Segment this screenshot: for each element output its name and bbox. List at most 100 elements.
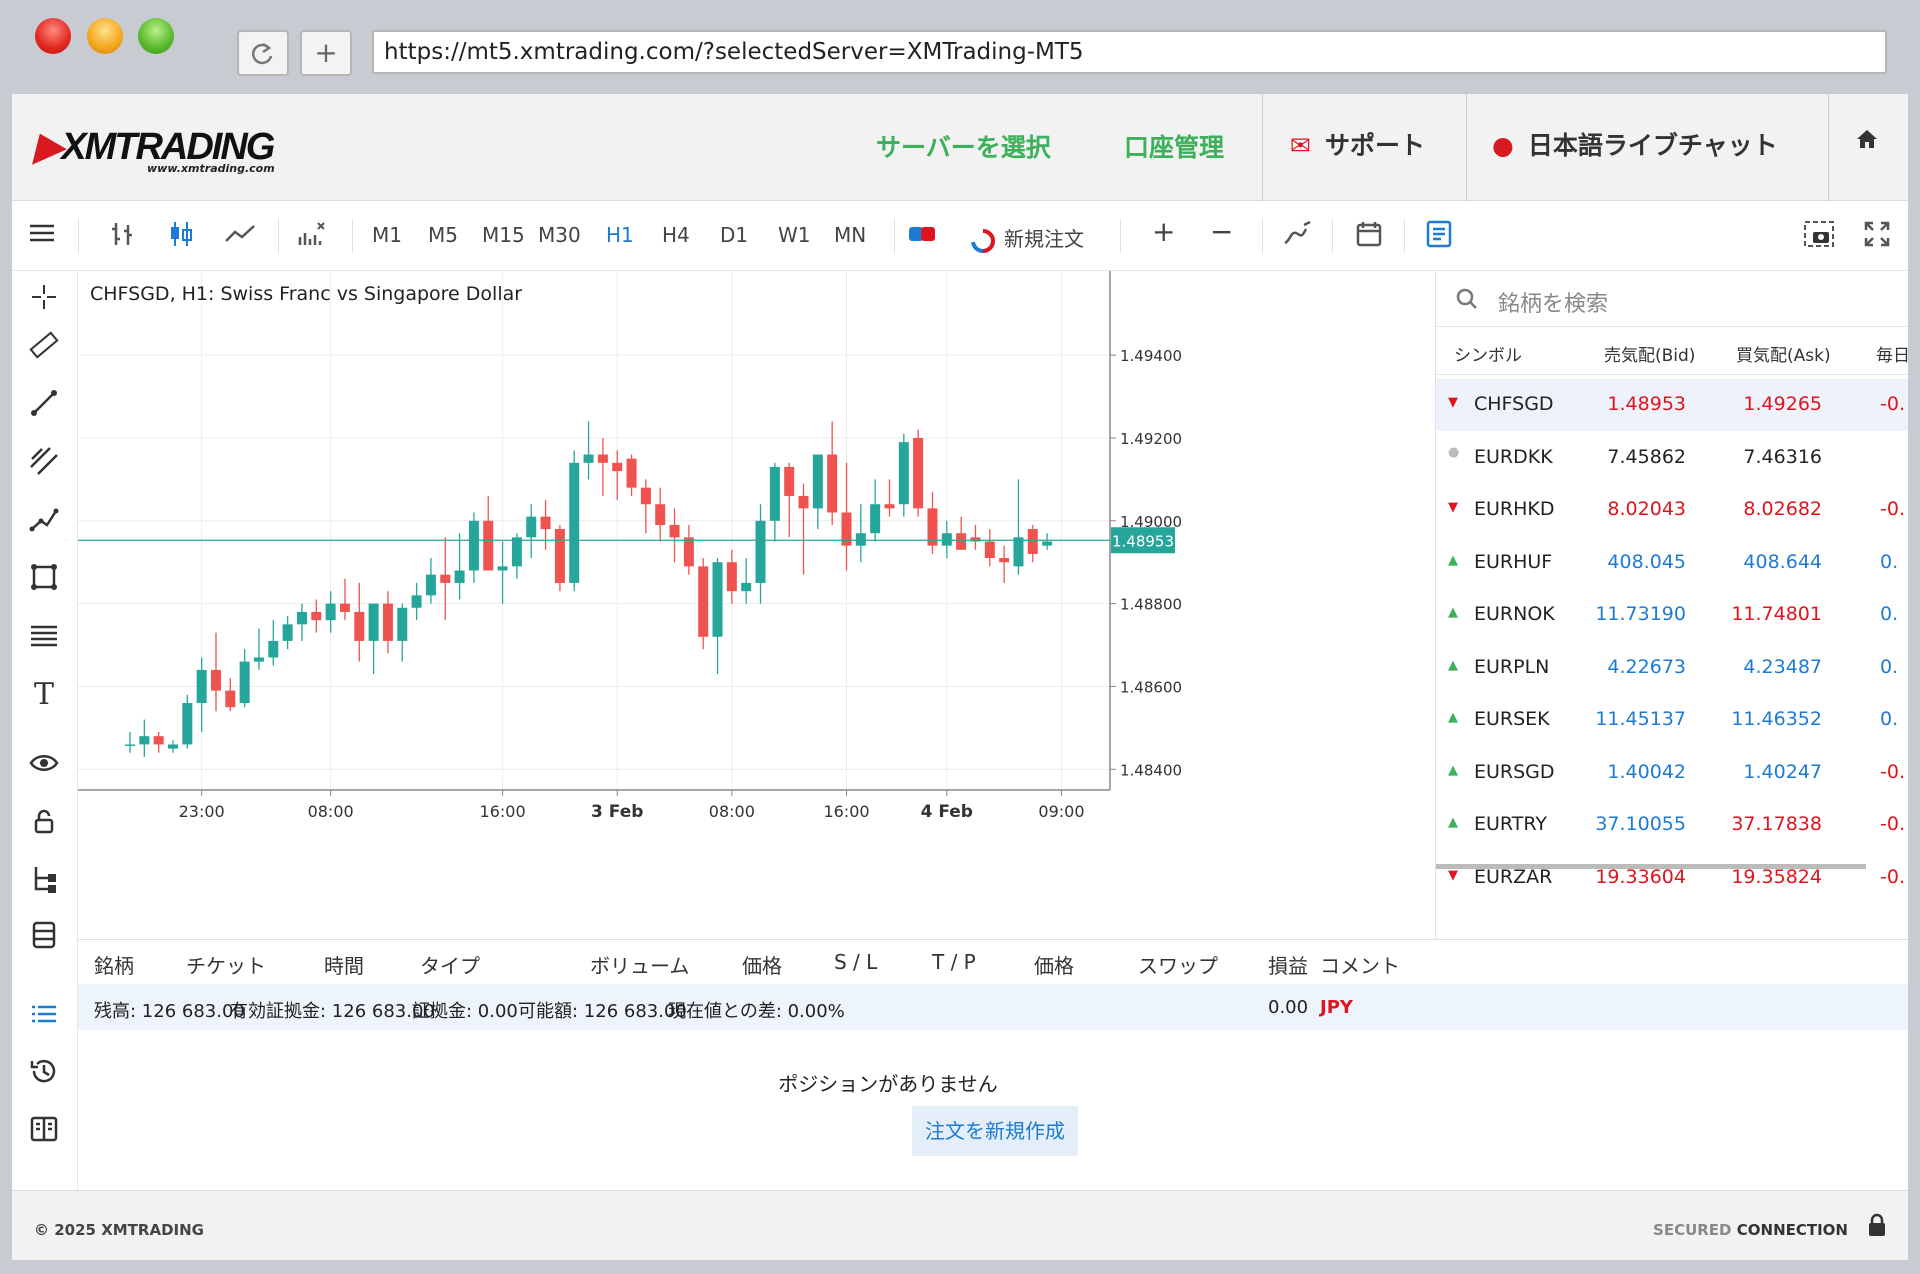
text-tool[interactable]: T (28, 677, 60, 712)
timeframe-h4[interactable]: H4 (662, 223, 690, 247)
column-bid[interactable]: 売気配(Bid) (1604, 341, 1695, 366)
candlestick-icon (171, 222, 192, 246)
trade-panel-button[interactable] (28, 919, 60, 951)
timeframe-h1[interactable]: H1 (606, 223, 634, 247)
daily-change: -0. (1880, 498, 1905, 520)
col-ticket[interactable]: チケット (186, 950, 266, 979)
bid-price: 8.02043 (1607, 498, 1686, 520)
market-watch-row[interactable]: ▲ EURTRY 37.10055 37.17838 -0. (1436, 799, 1908, 851)
fibonacci-tool[interactable] (28, 619, 60, 651)
trendline-tool[interactable] (28, 387, 60, 419)
col-current-price[interactable]: 価格 (1034, 950, 1074, 979)
reload-button[interactable] (237, 30, 289, 76)
drawing-objects-icon (1284, 220, 1311, 245)
market-watch-row[interactable]: ▼ CHFSGD 1.48953 1.49265 -0. (1436, 379, 1908, 431)
candle-body (268, 640, 279, 658)
col-price[interactable]: 価格 (742, 950, 782, 979)
lock-drawings-toggle[interactable] (28, 805, 60, 837)
visibility-toggle[interactable] (28, 747, 60, 779)
create-order-button[interactable]: 注文を新規作成 (912, 1106, 1078, 1156)
trade-tab-button[interactable] (28, 999, 60, 1031)
col-comment[interactable]: コメント (1320, 950, 1400, 979)
col-profit[interactable]: 損益 (1268, 950, 1308, 979)
live-chat-button[interactable]: ● 日本語ライブチャット (1492, 126, 1778, 162)
zoom-in-button[interactable]: + (1152, 215, 1175, 248)
select-server-link[interactable]: サーバーを選択 (876, 128, 1051, 164)
timeframe-w1[interactable]: W1 (778, 223, 811, 247)
candle-body (497, 566, 508, 571)
zoom-out-button[interactable]: − (1210, 215, 1233, 248)
new-order-button[interactable]: 新規注文 (970, 223, 1084, 254)
column-symbol[interactable]: シンボル (1454, 341, 1522, 366)
col-symbol[interactable]: 銘柄 (94, 950, 134, 979)
timeframe-mn[interactable]: MN (834, 223, 866, 247)
calendar-button[interactable] (1354, 219, 1384, 254)
market-watch-toggle[interactable] (1424, 219, 1454, 254)
column-ask[interactable]: 買気配(Ask) (1736, 341, 1831, 366)
candle-body (554, 529, 565, 583)
col-type[interactable]: タイプ (420, 950, 480, 979)
column-daily-change[interactable]: 毎日の (1876, 341, 1908, 366)
maximize-window-button[interactable] (138, 18, 174, 54)
market-watch-row[interactable]: ▲ EURNOK 11.73190 11.74801 0. (1436, 589, 1908, 641)
toolbar-divider (278, 219, 279, 253)
reload-icon (251, 42, 273, 65)
col-time[interactable]: 時間 (324, 950, 364, 979)
col-tp[interactable]: T / P (932, 950, 976, 974)
market-watch-row[interactable]: ▼ EURHKD 8.02043 8.02682 -0. (1436, 484, 1908, 536)
daily-change: 0. (1880, 708, 1899, 730)
symbol-search[interactable]: 銘柄を検索 (1436, 271, 1908, 327)
account-management-link[interactable]: 口座管理 (1124, 128, 1224, 164)
header-divider (1466, 94, 1467, 201)
col-volume[interactable]: ボリューム (590, 950, 689, 979)
col-sl[interactable]: S / L (834, 950, 877, 974)
polyline-icon (29, 508, 59, 532)
market-watch-row[interactable]: ▲ EURSGD 1.40042 1.40247 -0. (1436, 747, 1908, 799)
new-tab-button[interactable]: + (300, 30, 352, 76)
horizontal-scrollbar[interactable] (1436, 864, 1866, 869)
browser-chrome: + https://mt5.xmtrading.com/?selectedSer… (0, 0, 1920, 92)
candlestick-chart-button[interactable] (166, 219, 196, 254)
market-watch-row[interactable]: ● EURDKK 7.45862 7.46316 (1436, 432, 1908, 484)
candle-body (984, 541, 995, 559)
candle-body (612, 462, 623, 472)
x-tick-label: 3 Feb (591, 802, 643, 822)
timeframe-m30[interactable]: M30 (538, 223, 581, 247)
one-click-trading-button[interactable] (906, 219, 940, 254)
history-tab-button[interactable] (28, 1055, 60, 1087)
candle-body (296, 611, 307, 625)
page-footer: © 2025 XMTRADING SECURED CONNECTION (12, 1190, 1908, 1260)
market-watch-row[interactable]: ▲ EURHUF 408.045 408.644 0. (1436, 537, 1908, 589)
total-profit: 0.00 (1268, 997, 1309, 1018)
price-chart[interactable]: 1.49400 1.49200 1.49000 1.48800 1.48600 1.484… (78, 271, 1433, 939)
crosshair-tool[interactable] (28, 281, 60, 313)
objects-button[interactable] (1282, 219, 1314, 254)
line-chart-button[interactable] (224, 219, 256, 254)
timeframe-d1[interactable]: D1 (720, 223, 748, 247)
chart-canvas[interactable]: 1.494001.492001.490001.488001.486001.484… (78, 271, 1433, 939)
object-tree-button[interactable] (28, 863, 60, 895)
journal-tab-button[interactable] (28, 1113, 60, 1145)
market-watch-row[interactable]: ▲ EURSEK 11.45137 11.46352 0. (1436, 694, 1908, 746)
market-watch-row[interactable]: ▼ EURZAR 19.33604 19.35824 -0. (1436, 852, 1908, 904)
channel-tool[interactable] (28, 445, 60, 477)
close-window-button[interactable] (35, 18, 71, 54)
menu-button[interactable] (28, 219, 56, 252)
indicators-button[interactable] (296, 219, 328, 254)
polyline-tool[interactable] (28, 503, 60, 535)
ruler-tool[interactable] (28, 329, 60, 361)
market-watch-row[interactable]: ▲ EURPLN 4.22673 4.23487 0. (1436, 642, 1908, 694)
timeframe-m5[interactable]: M5 (428, 223, 458, 247)
minimize-window-button[interactable] (87, 18, 123, 54)
col-swap[interactable]: スワップ (1138, 950, 1218, 979)
support-button[interactable]: ✉ サポート (1290, 126, 1425, 162)
timeframe-m1[interactable]: M1 (372, 223, 402, 247)
fullscreen-button[interactable] (1862, 219, 1892, 254)
timeframe-m15[interactable]: M15 (482, 223, 525, 247)
home-button[interactable] (1854, 126, 1880, 159)
address-bar[interactable]: https://mt5.xmtrading.com/?selectedServe… (372, 30, 1887, 74)
bar-chart-button[interactable] (108, 219, 138, 254)
shapes-tool[interactable] (28, 561, 60, 593)
screenshot-button[interactable] (1802, 219, 1836, 254)
candle-body (511, 537, 522, 567)
